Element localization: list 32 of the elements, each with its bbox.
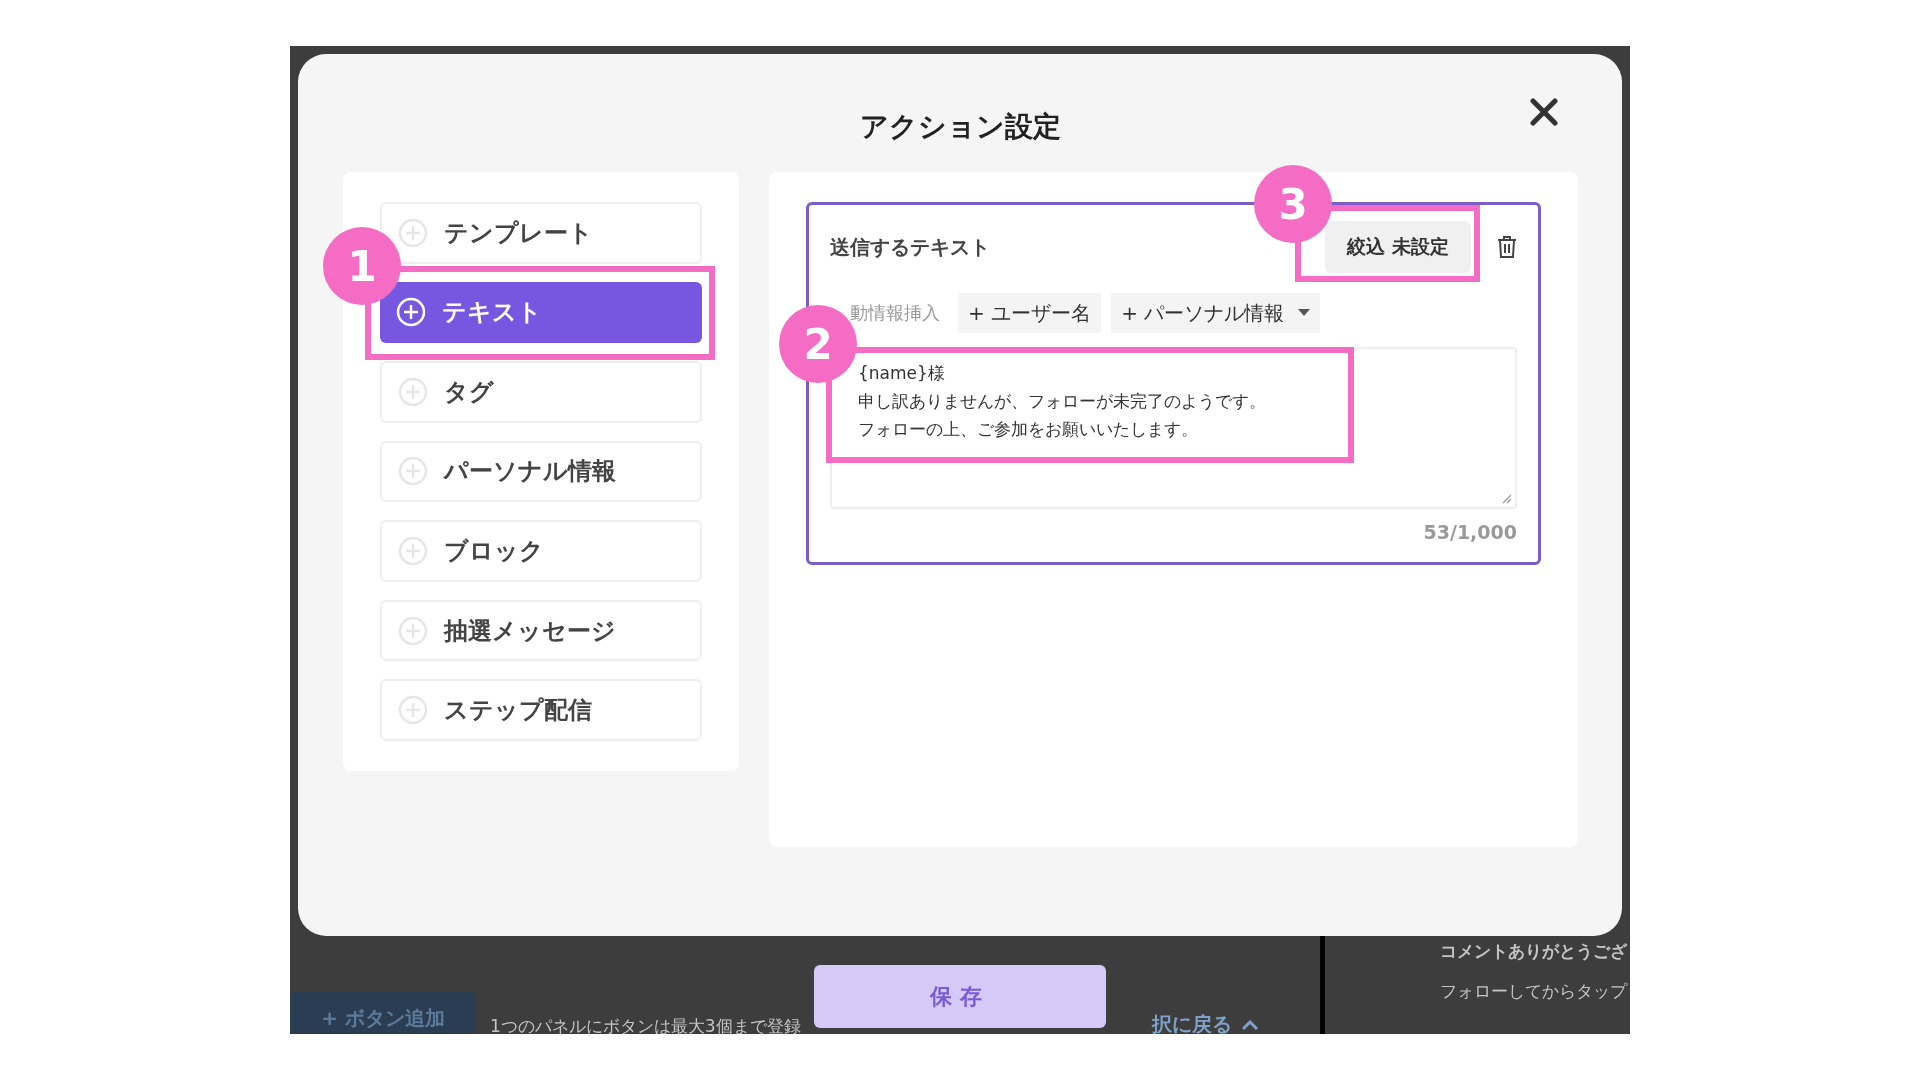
insert-dropdown[interactable]: + パーソナル情報 <box>1111 293 1321 333</box>
plus-circle-icon <box>398 695 428 726</box>
plus-circle-icon <box>398 615 428 646</box>
insert-button[interactable]: + ユーザー名 <box>958 293 1102 333</box>
panel-note: 1つのパネルにボタンは最大3個まで登録 <box>490 1015 801 1034</box>
plus-circle-icon <box>398 536 428 567</box>
dropdown-caret-icon <box>1298 309 1311 317</box>
close-icon[interactable] <box>1530 98 1558 126</box>
card-title: 送信するテキスト <box>830 233 991 261</box>
filter-button[interactable]: 絞込 未設定 <box>1325 221 1471 273</box>
character-counter: 53/1,000 <box>1423 521 1517 543</box>
caret-up-icon <box>1242 1019 1258 1030</box>
back-link[interactable]: 択に戻る <box>1152 1011 1258 1034</box>
message-line: 申し訳ありませんが、フォローが未完了のようです。 <box>858 390 1266 413</box>
message-line: フォローの上、ご参加をお願いいたします。 <box>858 418 1198 441</box>
action-menu-item[interactable]: ステップ配信 <box>380 679 702 741</box>
action-menu-item[interactable]: 抽選メッセージ <box>380 599 702 662</box>
message-line: {name}様 <box>858 362 945 385</box>
resize-grip-icon <box>1502 494 1512 504</box>
preview-text: フォローしてからタップ <box>1440 980 1627 1003</box>
dialog-title: アクション設定 <box>859 109 1061 145</box>
plus-circle-icon <box>398 217 428 248</box>
action-menu-item[interactable]: ブロック <box>380 520 702 582</box>
plus-circle-icon <box>398 456 428 487</box>
action-menu-item[interactable]: タグ <box>380 361 702 423</box>
preview-text: コメントありがとうござ <box>1440 940 1627 963</box>
action-menu-item[interactable]: テンプレート <box>380 202 702 264</box>
trash-icon[interactable] <box>1497 235 1517 259</box>
plus-circle-icon <box>396 297 426 328</box>
action-menu-item[interactable]: テキスト <box>380 281 702 344</box>
action-menu-item[interactable]: パーソナル情報 <box>380 440 702 503</box>
plus-circle-icon <box>398 376 428 407</box>
